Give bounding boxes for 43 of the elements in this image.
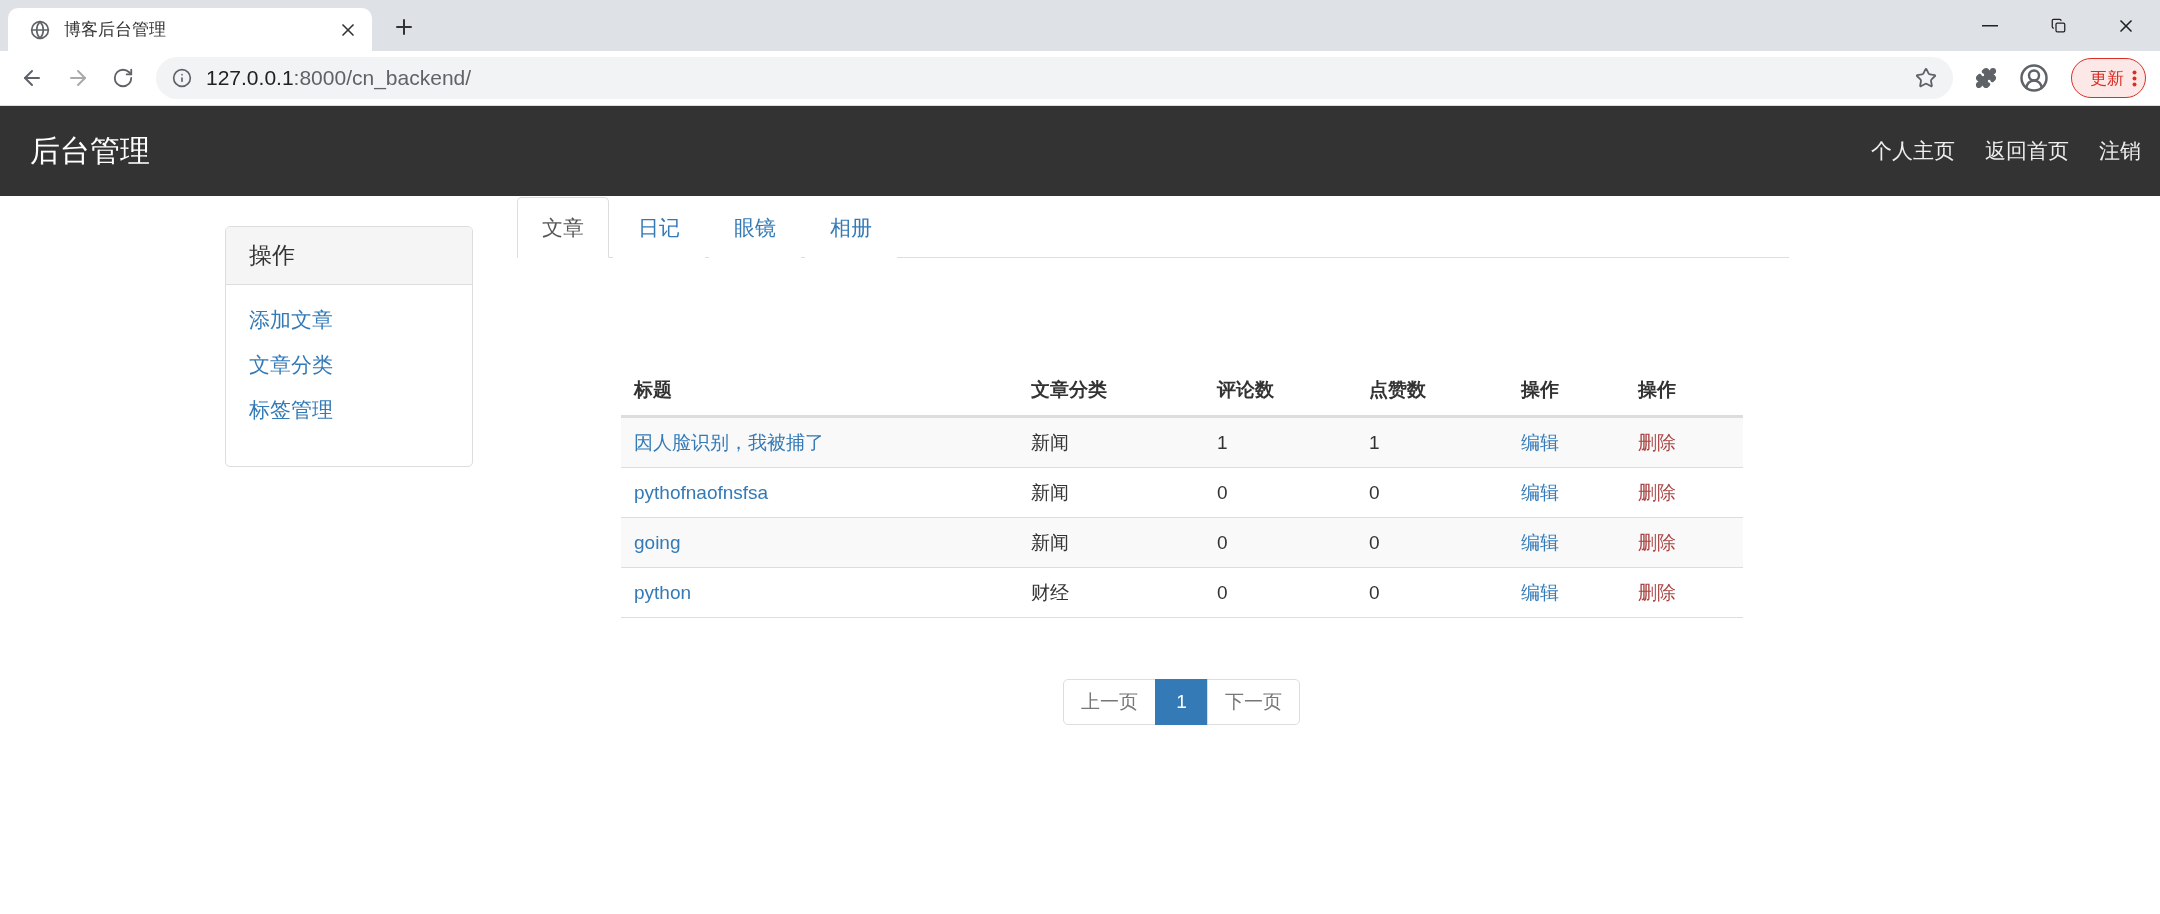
edit-link[interactable]: 编辑 [1521,432,1559,453]
edit-link[interactable]: 编辑 [1521,532,1559,553]
tab[interactable]: 文章 [517,197,609,258]
update-button[interactable]: 更新 [2071,58,2146,98]
address-bar[interactable]: 127.0.0.1:8000/cn_backend/ [156,57,1953,99]
info-icon [172,68,192,88]
edit-link[interactable]: 编辑 [1521,482,1559,503]
page-button[interactable]: 1 [1155,679,1208,725]
delete-link[interactable]: 删除 [1638,482,1676,503]
next-page-button[interactable]: 下一页 [1206,679,1300,725]
comment-count-cell: 0 [1204,518,1356,568]
reload-button[interactable] [112,67,134,89]
category-cell: 新闻 [1018,518,1204,568]
brand-title: 后台管理 [30,132,150,169]
tab-title: 博客后台管理 [64,19,167,41]
delete-link[interactable]: 删除 [1638,432,1676,453]
delete-link[interactable]: 删除 [1638,532,1676,553]
star-icon[interactable] [1915,67,1937,89]
previous-page-button[interactable]: 上一页 [1063,679,1157,725]
like-count-cell: 0 [1356,518,1508,568]
puzzle-icon[interactable] [1975,67,1997,89]
delete-link[interactable]: 删除 [1638,582,1676,603]
url-text: 127.0.0.1:8000/cn_backend/ [206,66,473,90]
browser-tab[interactable]: 博客后台管理 [8,8,372,51]
sidebar-link[interactable]: 标签管理 [249,395,333,424]
minimize-icon [1982,24,1998,27]
article-title-link[interactable]: going [634,532,681,553]
panel-heading: 操作 [226,227,472,285]
nav-link[interactable]: 返回首页 [1985,137,2069,165]
restore-icon [2050,18,2066,33]
nav-link[interactable]: 注销 [2099,137,2141,165]
globe-icon [30,19,50,40]
article-title-link[interactable]: pythofnaofnsfsa [634,482,769,503]
profile-icon[interactable] [2019,63,2049,93]
sidebar-link[interactable]: 文章分类 [249,350,333,379]
edit-link[interactable]: 编辑 [1521,582,1559,603]
article-title-link[interactable]: python [634,582,692,603]
like-count-cell: 1 [1356,418,1508,468]
nav-link[interactable]: 个人主页 [1871,137,1955,165]
sidebar-link[interactable]: 添加文章 [249,305,333,334]
menu-icon [2132,69,2137,87]
comment-count-cell: 1 [1204,418,1356,468]
category-cell: 新闻 [1018,418,1204,468]
